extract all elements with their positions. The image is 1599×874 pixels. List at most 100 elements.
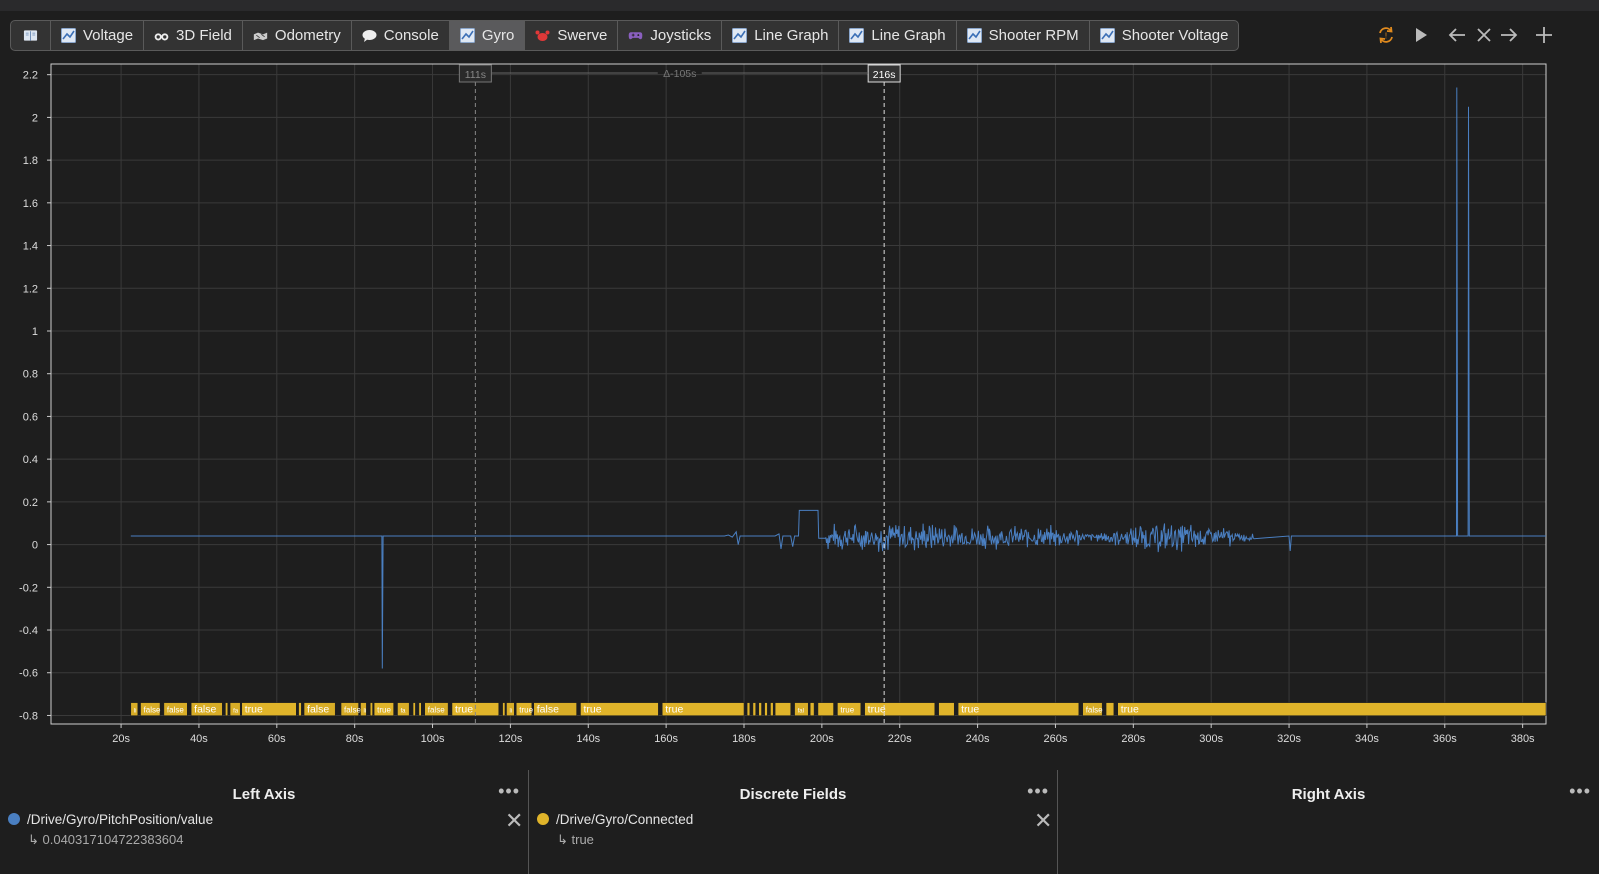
discrete-segment-label: true (665, 704, 683, 716)
line-graph[interactable]: -0.8 -0.6 -0.4 -0.2 0 0.2 0.4 0.6 0.8 1 1.2 1.4 1.6 1… (0, 0, 1599, 770)
discrete-segment-label: false (167, 706, 184, 715)
discrete-segment (225, 702, 229, 716)
remove-field-icon[interactable]: ✕ (1034, 808, 1052, 834)
discrete-segment-label: true (868, 704, 886, 716)
discrete-segment-label: true (377, 706, 391, 715)
y-tick-label: 1 (32, 326, 38, 338)
x-tick-label: 140s (576, 733, 600, 745)
y-tick-label: 0.4 (23, 454, 38, 466)
y-tick-label: 2 (32, 112, 38, 124)
x-tick-label: 180s (732, 733, 756, 745)
y-tick-label: 0.2 (23, 497, 38, 509)
discrete-segment (1117, 702, 1547, 716)
x-tick-label: 360s (1433, 733, 1457, 745)
x-tick-label: 240s (966, 733, 990, 745)
x-tick-label: 160s (654, 733, 678, 745)
right-axis-title: Right Axis (1291, 786, 1366, 803)
more-icon[interactable]: ••• (1569, 781, 1591, 802)
discrete-segment (298, 702, 302, 716)
x-tick-label: 320s (1277, 733, 1301, 745)
discrete-segment-label: true (1121, 704, 1139, 716)
discrete-field[interactable]: /Drive/Gyro/Connected ↳ true (537, 812, 694, 847)
field-value: ↳ true (557, 832, 594, 847)
discrete-fields-panel: Discrete Fields ••• /Drive/Gyro/Connecte… (529, 770, 1057, 874)
x-tick-label: 40s (190, 733, 208, 745)
discrete-segment (758, 702, 762, 716)
discrete-segment-label: false (344, 706, 361, 715)
discrete-segment (809, 702, 815, 716)
discrete-segment-label: li (134, 709, 137, 715)
series-color-dot[interactable] (537, 813, 549, 825)
discrete-segment-label: true (519, 706, 533, 715)
y-tick-label: 1.2 (23, 283, 38, 295)
discrete-segment-label: false (194, 704, 216, 716)
discrete-segment-label: true (840, 706, 854, 715)
y-tick-label: 1.4 (23, 241, 38, 253)
y-tick-label: -0.2 (19, 582, 38, 594)
x-tick-label: 220s (888, 733, 912, 745)
discrete-segment (774, 702, 791, 716)
right-axis-panel: Right Axis ••• (1058, 770, 1599, 874)
x-tick-label: 280s (1121, 733, 1145, 745)
delta-label: Δ-105s (663, 68, 696, 80)
discrete-segment (752, 702, 756, 716)
x-tick-label: 120s (498, 733, 522, 745)
x-tick-label: 380s (1511, 733, 1535, 745)
left-axis-title: Left Axis (232, 786, 296, 803)
discrete-segment-label: false (307, 704, 329, 716)
discrete-segment (418, 702, 422, 716)
discrete-segment-label: false (1086, 706, 1103, 715)
x-tick-label: 60s (268, 733, 286, 745)
discrete-segment (1105, 702, 1115, 716)
x-tick-label: 260s (1044, 733, 1068, 745)
discrete-segment-label: fal (798, 709, 804, 715)
discrete-segment-label: false (537, 704, 559, 716)
discrete-segment (502, 702, 506, 716)
discrete-segment-label: true (455, 704, 473, 716)
y-tick-label: 1.8 (23, 155, 38, 167)
plot-border (50, 63, 1547, 725)
discrete-segment-label: true (583, 704, 601, 716)
discrete-segment (764, 702, 768, 716)
pitch-position-series (130, 87, 1546, 669)
discrete-segment (770, 702, 774, 716)
x-tick-label: 80s (346, 733, 364, 745)
discrete-segment (412, 702, 416, 716)
discrete-segment (369, 702, 373, 716)
discrete-segment-label: fa (400, 709, 406, 715)
discrete-segment (746, 702, 751, 716)
more-icon[interactable]: ••• (498, 781, 520, 802)
y-tick-label: 1.6 (23, 198, 38, 210)
discrete-fields-title: Discrete Fields (739, 786, 847, 803)
cursor-label: 216s (873, 69, 896, 81)
discrete-segment-label: false (428, 706, 445, 715)
discrete-segment-label: fa (233, 709, 239, 715)
field-name: /Drive/Gyro/PitchPosition/value (27, 812, 214, 827)
series-color-dot[interactable] (8, 813, 20, 825)
x-tick-label: 200s (810, 733, 834, 745)
discrete-segment-label: true (245, 704, 263, 716)
y-tick-label: 0 (32, 540, 38, 552)
y-tick-label: -0.4 (19, 625, 38, 637)
y-tick-label: -0.8 (19, 710, 38, 722)
y-tick-label: -0.6 (19, 668, 38, 680)
discrete-segment-label: li (364, 709, 367, 715)
more-icon[interactable]: ••• (1027, 781, 1049, 802)
cursor-label: 111s (465, 69, 486, 81)
remove-field-icon[interactable]: ✕ (505, 808, 523, 834)
x-tick-label: 100s (421, 733, 445, 745)
field-name: /Drive/Gyro/Connected (556, 812, 694, 827)
x-tick-label: 300s (1199, 733, 1223, 745)
x-tick-label: 340s (1355, 733, 1379, 745)
x-tick-label: 20s (112, 733, 130, 745)
discrete-segment (938, 702, 955, 716)
field-value: ↳ 0.040317104722383604 (28, 832, 184, 847)
discrete-segment-label: false (144, 706, 161, 715)
left-axis-panel: Left Axis ••• /Drive/Gyro/PitchPosition/… (0, 770, 528, 874)
discrete-segment-label: true (961, 704, 979, 716)
y-tick-label: 0.8 (23, 369, 38, 381)
y-tick-label: 0.6 (23, 411, 38, 423)
left-axis-field[interactable]: /Drive/Gyro/PitchPosition/value ↳ 0.0403… (8, 812, 214, 847)
discrete-segment (817, 702, 834, 716)
discrete-segment-label: li (510, 709, 513, 715)
